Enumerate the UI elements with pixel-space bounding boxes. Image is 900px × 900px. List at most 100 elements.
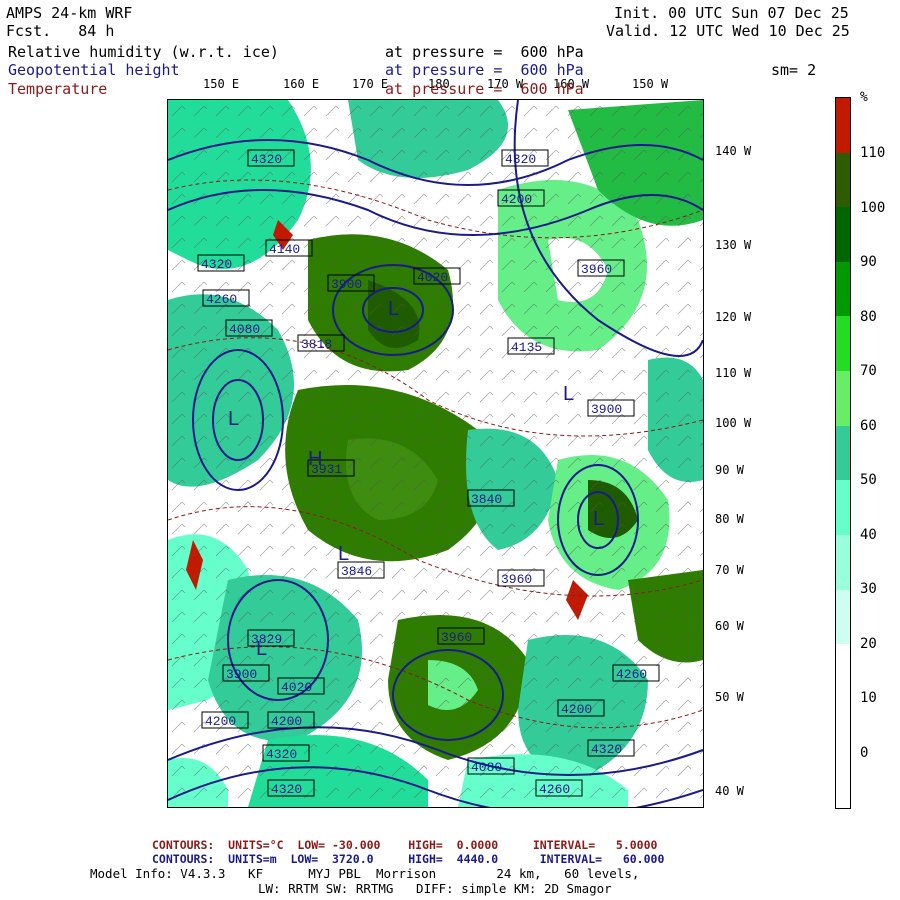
low-pressure-marker: L xyxy=(388,298,399,320)
temp-contour-label: CONTOURS: UNITS=°C LOW= -30.000 xyxy=(152,838,381,852)
field-3-name: Temperature xyxy=(8,80,108,98)
height-label: 3900 xyxy=(226,667,257,682)
temp-contour-high: HIGH= 0.0000 xyxy=(408,838,499,852)
low-pressure-marker: L xyxy=(593,508,604,530)
height-label: 4320 xyxy=(505,152,536,167)
height-label: 3960 xyxy=(581,262,612,277)
lon-label-right: 60 W xyxy=(715,619,744,633)
smoothing-label: sm= 2 xyxy=(771,61,817,79)
colorbar-tick-label: 0 xyxy=(860,744,869,761)
height-contour-info: CONTOURS: UNITS=m LOW= 3720.0 HIGH= 4440… xyxy=(152,852,664,866)
height-contour-high: HIGH= 4440.0 xyxy=(408,852,499,866)
lon-label-right: 100 W xyxy=(715,416,752,430)
height-contour-interval: INTERVAL= 60.000 xyxy=(539,852,665,866)
lon-label-top: 150 E xyxy=(203,77,240,91)
colorbar-segment xyxy=(836,425,850,481)
height-label: 4135 xyxy=(511,340,542,355)
field-1-name: Relative humidity (w.r.t. ice) xyxy=(8,43,279,61)
model-info-line-2: LW: RRTM SW: RRTMG DIFF: simple KM: 2D S… xyxy=(258,881,612,896)
colorbar-segment xyxy=(836,753,850,809)
height-label: 4260 xyxy=(539,782,570,797)
colorbar-tick-label: 20 xyxy=(860,635,877,652)
height-label: 4080 xyxy=(471,760,502,775)
low-pressure-marker: L xyxy=(563,383,574,405)
lon-label-right: 90 W xyxy=(715,463,744,477)
colorbar-tick-label: 70 xyxy=(860,363,877,379)
height-label: 4260 xyxy=(616,667,647,682)
colorbar-unit: % xyxy=(860,90,868,105)
height-label: 4020 xyxy=(281,680,312,695)
colorbar-tick-label: 60 xyxy=(860,417,877,434)
colorbar-tick-label: 110 xyxy=(860,145,886,161)
field-3-level: at pressure = 600 hPa xyxy=(385,80,584,98)
wind-barbs xyxy=(168,100,703,807)
lon-label-right: 110 W xyxy=(715,366,752,380)
height-label: 4140 xyxy=(269,242,300,257)
temp-contour-info: CONTOURS: UNITS=°C LOW= -30.000 HIGH= 0.… xyxy=(152,838,657,852)
lon-label-top: 150 W xyxy=(632,77,669,91)
lon-label-right: 130 W xyxy=(715,238,752,252)
colorbar-tick-label: 100 xyxy=(860,199,886,216)
height-label: 4260 xyxy=(206,292,237,307)
weather-map: 4320 4320 4320 4260 4200 4140 4080 4020 … xyxy=(167,99,704,808)
height-label: 4320 xyxy=(271,782,302,797)
fcst-value: 84 h xyxy=(78,22,115,40)
height-label: 3818 xyxy=(301,337,332,352)
high-pressure-marker: H xyxy=(308,448,322,470)
forecast-label: Fcst. 84 h xyxy=(6,22,114,40)
colorbar-segment xyxy=(836,152,850,208)
model-info-line-1: Model Info: V4.3.3 KF MYJ PBL Morrison 2… xyxy=(90,866,640,881)
height-label: 4320 xyxy=(266,747,297,762)
colorbar-tick-label: 80 xyxy=(860,308,877,325)
colorbar-tick-label: 30 xyxy=(860,581,877,597)
colorbar-segment xyxy=(836,261,850,317)
height-label: 3846 xyxy=(341,564,372,579)
colorbar-segment xyxy=(836,207,850,263)
height-label: 3960 xyxy=(441,630,472,645)
colorbar-segment xyxy=(836,644,850,700)
height-label: 4200 xyxy=(561,702,592,717)
height-contour-label: CONTOURS: UNITS=m LOW= 3720.0 xyxy=(152,852,374,866)
valid-time: Valid. 12 UTC Wed 10 Dec 25 xyxy=(606,22,850,40)
field-2-name: Geopotential height xyxy=(8,61,180,79)
colorbar-segment xyxy=(836,98,850,154)
map-canvas: 4320 4320 4320 4260 4200 4140 4080 4020 … xyxy=(168,100,703,807)
colorbar-segment xyxy=(836,316,850,372)
colorbar-segment xyxy=(836,534,850,591)
colorbar-segment xyxy=(836,480,850,536)
height-label: 4320 xyxy=(251,152,282,167)
colorbar xyxy=(835,97,851,809)
fcst-label: Fcst. xyxy=(6,22,52,40)
colorbar-tick-label: 50 xyxy=(860,472,877,488)
height-label: 4020 xyxy=(417,270,448,285)
low-pressure-marker: L xyxy=(338,543,349,565)
lon-label-right: 140 W xyxy=(715,144,752,158)
colorbar-segment xyxy=(836,698,850,754)
height-label: 4200 xyxy=(501,192,532,207)
colorbar-tick-label: 90 xyxy=(860,254,877,270)
height-label: 4080 xyxy=(229,322,260,337)
height-label: 4320 xyxy=(591,742,622,757)
lon-label-right: 70 W xyxy=(715,563,744,577)
field-1-level: at pressure = 600 hPa xyxy=(385,43,584,61)
height-label: 3960 xyxy=(501,572,532,587)
lon-label-right: 50 W xyxy=(715,690,744,704)
height-label: 4200 xyxy=(271,714,302,729)
lon-label-right: 120 W xyxy=(715,310,752,324)
model-title: AMPS 24-km WRF xyxy=(6,4,133,22)
init-time: Init. 00 UTC Sun 07 Dec 25 xyxy=(614,4,849,22)
lon-label-right: 40 W xyxy=(715,784,744,798)
temp-contour-interval: INTERVAL= 5.0000 xyxy=(532,838,658,852)
colorbar-segment xyxy=(836,589,850,645)
colorbar-segment xyxy=(836,371,850,427)
lon-label-top: 170 E xyxy=(352,77,389,91)
height-label: 3900 xyxy=(591,402,622,417)
height-label: 4200 xyxy=(205,714,236,729)
lon-label-right: 80 W xyxy=(715,512,744,526)
low-pressure-marker: L xyxy=(256,638,267,660)
low-pressure-marker: L xyxy=(228,408,239,430)
height-label: 3840 xyxy=(471,492,502,507)
lon-label-top: 160 E xyxy=(283,77,320,91)
colorbar-tick-label: 10 xyxy=(860,690,877,706)
height-label: 4320 xyxy=(201,257,232,272)
